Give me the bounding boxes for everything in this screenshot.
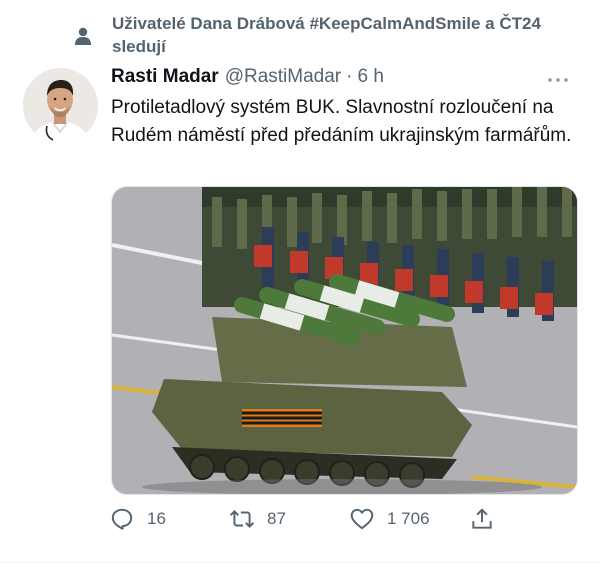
author-name[interactable]: Rasti Madar [111, 66, 219, 88]
divider [0, 562, 600, 563]
tweet-time[interactable]: 6 h [357, 66, 383, 88]
reply-count: 16 [147, 509, 166, 528]
more-options-icon[interactable] [546, 70, 570, 90]
author-handle[interactable]: @RastiMadar [225, 66, 341, 88]
like-button[interactable]: 1 706 [349, 506, 430, 532]
avatar-image [23, 68, 98, 143]
retweet-button[interactable]: 87 [229, 506, 286, 532]
reply-button[interactable]: 16 [109, 506, 166, 532]
retweet-icon [229, 510, 255, 528]
share-button[interactable] [469, 506, 495, 532]
tweet-text: Protiletadlový systém BUK. Slavnostní ro… [111, 97, 572, 146]
social-context[interactable]: Uživatelé Dana Drábová #KeepCalmAndSmile… [75, 12, 555, 58]
avatar[interactable] [23, 68, 98, 143]
like-count: 1 706 [387, 509, 430, 528]
heart-icon [350, 508, 374, 530]
reply-icon [111, 508, 133, 530]
share-icon [472, 508, 492, 529]
person-icon [75, 27, 91, 45]
social-context-text: Uživatelé Dana Drábová #KeepCalmAndSmile… [112, 14, 541, 56]
tweet-actions: 16 87 1 706 [109, 506, 589, 534]
retweet-count: 87 [267, 509, 286, 528]
media-image [112, 187, 577, 494]
tweet-header: Rasti Madar @RastiMadar · 6 h [111, 66, 580, 92]
tweet-media[interactable] [111, 186, 578, 495]
header-separator: · [346, 66, 353, 87]
